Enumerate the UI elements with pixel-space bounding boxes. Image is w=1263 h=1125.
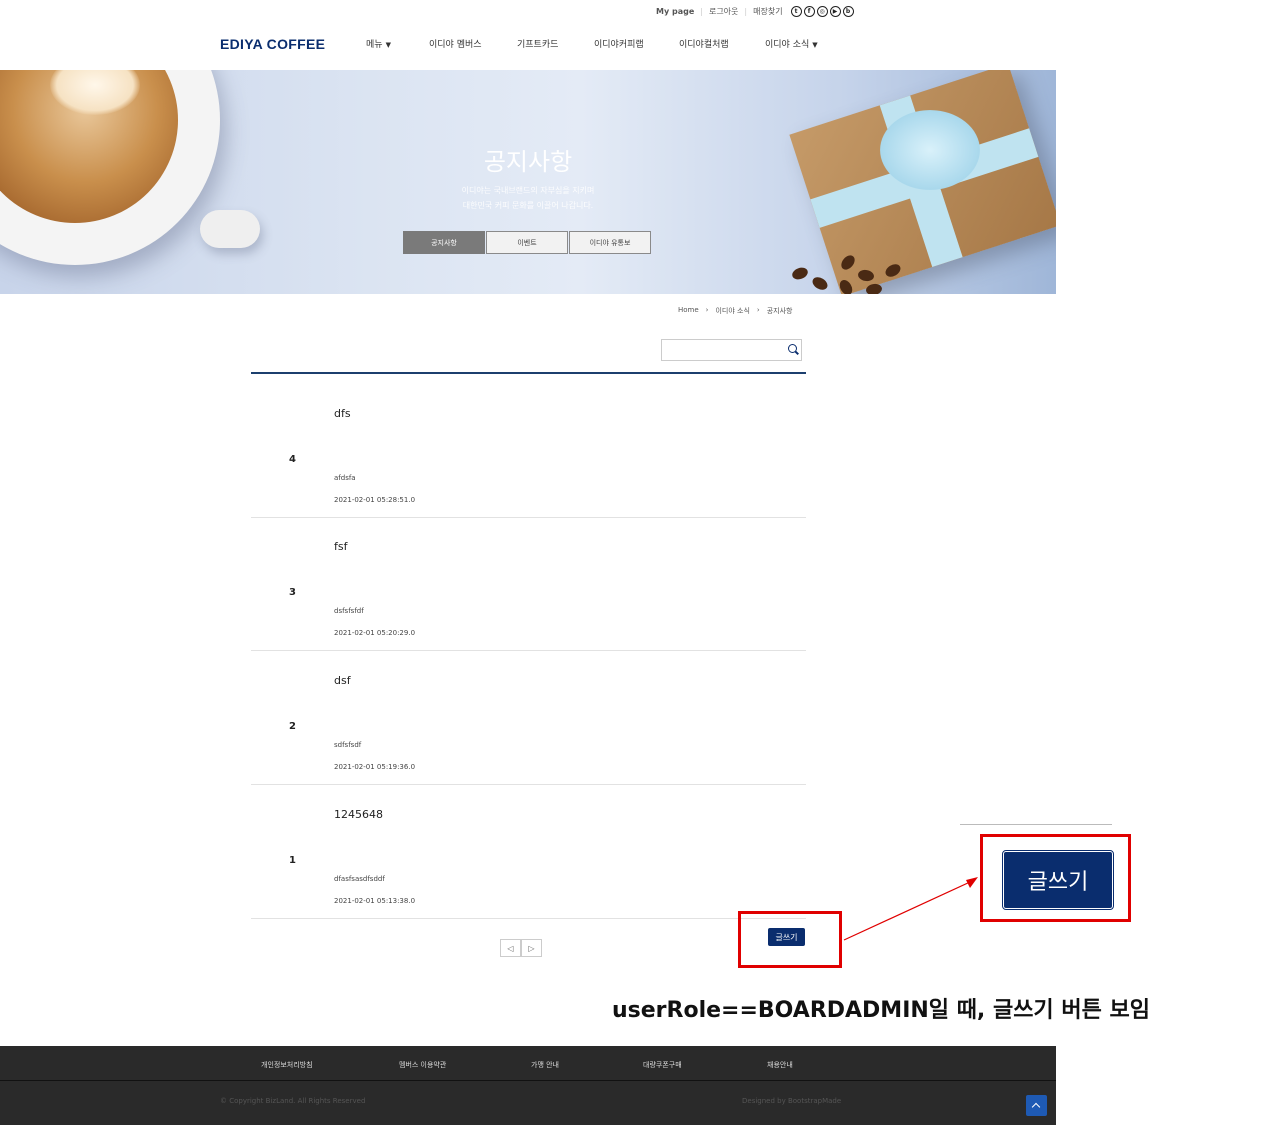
blog-icon[interactable]: b [842, 5, 854, 17]
breadcrumb-home[interactable]: Home [678, 306, 699, 316]
back-to-top-button[interactable] [1026, 1095, 1047, 1116]
prev-page-button[interactable]: ◁ [500, 939, 521, 957]
coffee-bean [790, 265, 810, 282]
post-number: 3 [289, 587, 296, 598]
post-title[interactable]: dfs [334, 407, 351, 420]
list-top-border [251, 372, 806, 374]
footer-link-coupon[interactable]: 대량쿠폰구매 [643, 1060, 682, 1070]
search-box [661, 339, 802, 363]
coffee-bean [810, 274, 830, 293]
tab-event[interactable]: 이벤트 [486, 231, 568, 254]
nav-label: 메뉴 [366, 40, 383, 50]
post-date: 2021-02-01 05:13:38.0 [334, 897, 416, 905]
chevron-down-icon: ▼ [385, 41, 391, 49]
facebook-icon[interactable]: f [803, 5, 815, 17]
annotation-caption: userRole==BOARDADMIN일 때, 글쓰기 버튼 보임 [612, 998, 1150, 1023]
divider: | [700, 6, 703, 16]
youtube-icon[interactable]: ▶ [829, 5, 841, 17]
utility-bar: My page | 로그아웃 | 매장찾기 t f ◎ ▶ b [656, 4, 854, 18]
chevron-right-icon: › [705, 306, 709, 314]
next-page-button[interactable]: ▷ [521, 939, 542, 957]
cup-handle [200, 210, 260, 248]
post-item[interactable]: 2 dsf sdfsfsdf 2021-02-01 05:19:36.0 [251, 651, 806, 785]
tab-notice[interactable]: 공지사항 [403, 231, 485, 254]
footer-link-franchise[interactable]: 가맹 안내 [531, 1060, 559, 1070]
store-finder-link[interactable]: 매장찾기 [753, 6, 782, 17]
highlight-box-small [738, 911, 842, 968]
post-item[interactable]: 3 fsf dsfsfsfdf 2021-02-01 05:20:29.0 [251, 517, 806, 651]
post-body: sdfsfsdf [334, 741, 362, 749]
hero-subtitle: 이디야는 국내브랜드의 자부심을 지키며 대한민국 커피 문화를 이끌어 나갑니… [0, 183, 1056, 213]
hero-subtitle-line: 이디야는 국내브랜드의 자부심을 지키며 [461, 186, 595, 195]
footer-link-terms[interactable]: 멤버스 이용약관 [399, 1060, 446, 1070]
footer-link-privacy[interactable]: 개인정보처리방침 [261, 1060, 313, 1070]
pagination: ◁ ▷ [500, 939, 542, 957]
post-item[interactable]: 1 1245648 dfasfsasdfsddf 2021-02-01 05:1… [251, 785, 806, 919]
footer-divider [0, 1080, 1056, 1081]
nav-item-coffeelab[interactable]: 이디야커피랩 [594, 37, 644, 50]
nav-label: 이디야 소식 [765, 40, 810, 50]
post-number: 1 [289, 855, 296, 866]
designed-by-text: Designed by BootstrapMade [742, 1097, 842, 1105]
post-date: 2021-02-01 05:19:36.0 [334, 763, 416, 771]
post-title[interactable]: fsf [334, 540, 347, 553]
post-title[interactable]: dsf [334, 674, 351, 687]
hero-subtitle-line: 대한민국 커피 문화를 이끌어 나갑니다. [462, 201, 594, 210]
logout-link[interactable]: 로그아웃 [709, 6, 738, 17]
chevron-down-icon: ▼ [812, 41, 818, 49]
nav-item-culturelab[interactable]: 이디야컬처랩 [679, 37, 729, 50]
breadcrumb: Home › 이디야 소식 › 공지사항 [678, 306, 793, 316]
post-number: 4 [289, 454, 296, 465]
chevron-right-icon: › [756, 306, 760, 314]
post-body: afdsfa [334, 474, 356, 482]
social-links: t f ◎ ▶ b [790, 5, 854, 17]
page-title: 공지사항 [483, 148, 573, 176]
brand-logo[interactable]: EDIYA COFFEE [220, 36, 325, 52]
copyright-text: © Copyright BizLand. All Rights Reserved [220, 1097, 366, 1105]
footer: 개인정보처리방침 멤버스 이용약관 가맹 안내 대량쿠폰구매 채용안내 © Co… [0, 1046, 1056, 1125]
post-number: 2 [289, 721, 296, 732]
nav-item-menu[interactable]: 메뉴 ▼ [366, 37, 391, 50]
nav-item-news[interactable]: 이디야 소식 ▼ [765, 37, 818, 50]
post-item[interactable]: 4 dfs afdsfa 2021-02-01 05:28:51.0 [251, 384, 806, 518]
search-icon[interactable] [788, 344, 797, 353]
write-button-zoomed: 글쓰기 [1002, 850, 1114, 910]
nav-item-giftcard[interactable]: 기프트카드 [517, 37, 558, 50]
mypage-link[interactable]: My page [656, 7, 694, 16]
post-date: 2021-02-01 05:28:51.0 [334, 496, 416, 504]
post-date: 2021-02-01 05:20:29.0 [334, 629, 416, 637]
board-tabs: 공지사항 이벤트 이디야 유통보 [403, 231, 652, 254]
breadcrumb-current: 공지사항 [766, 307, 793, 315]
tab-youtube[interactable]: 이디야 유통보 [569, 231, 651, 254]
twitter-icon[interactable]: t [790, 5, 802, 17]
post-title[interactable]: 1245648 [334, 808, 383, 821]
annotation-divider [960, 824, 1112, 825]
hero-banner [0, 70, 1056, 294]
divider: | [744, 6, 748, 16]
nav-item-members[interactable]: 이디야 멤버스 [429, 37, 482, 50]
post-body: dfasfsasdfsddf [334, 875, 385, 883]
post-body: dsfsfsfdf [334, 607, 364, 615]
instagram-icon[interactable]: ◎ [816, 5, 828, 17]
search-input[interactable] [666, 342, 780, 363]
footer-link-recruit[interactable]: 채용안내 [767, 1060, 793, 1070]
breadcrumb-news[interactable]: 이디야 소식 [715, 306, 749, 316]
